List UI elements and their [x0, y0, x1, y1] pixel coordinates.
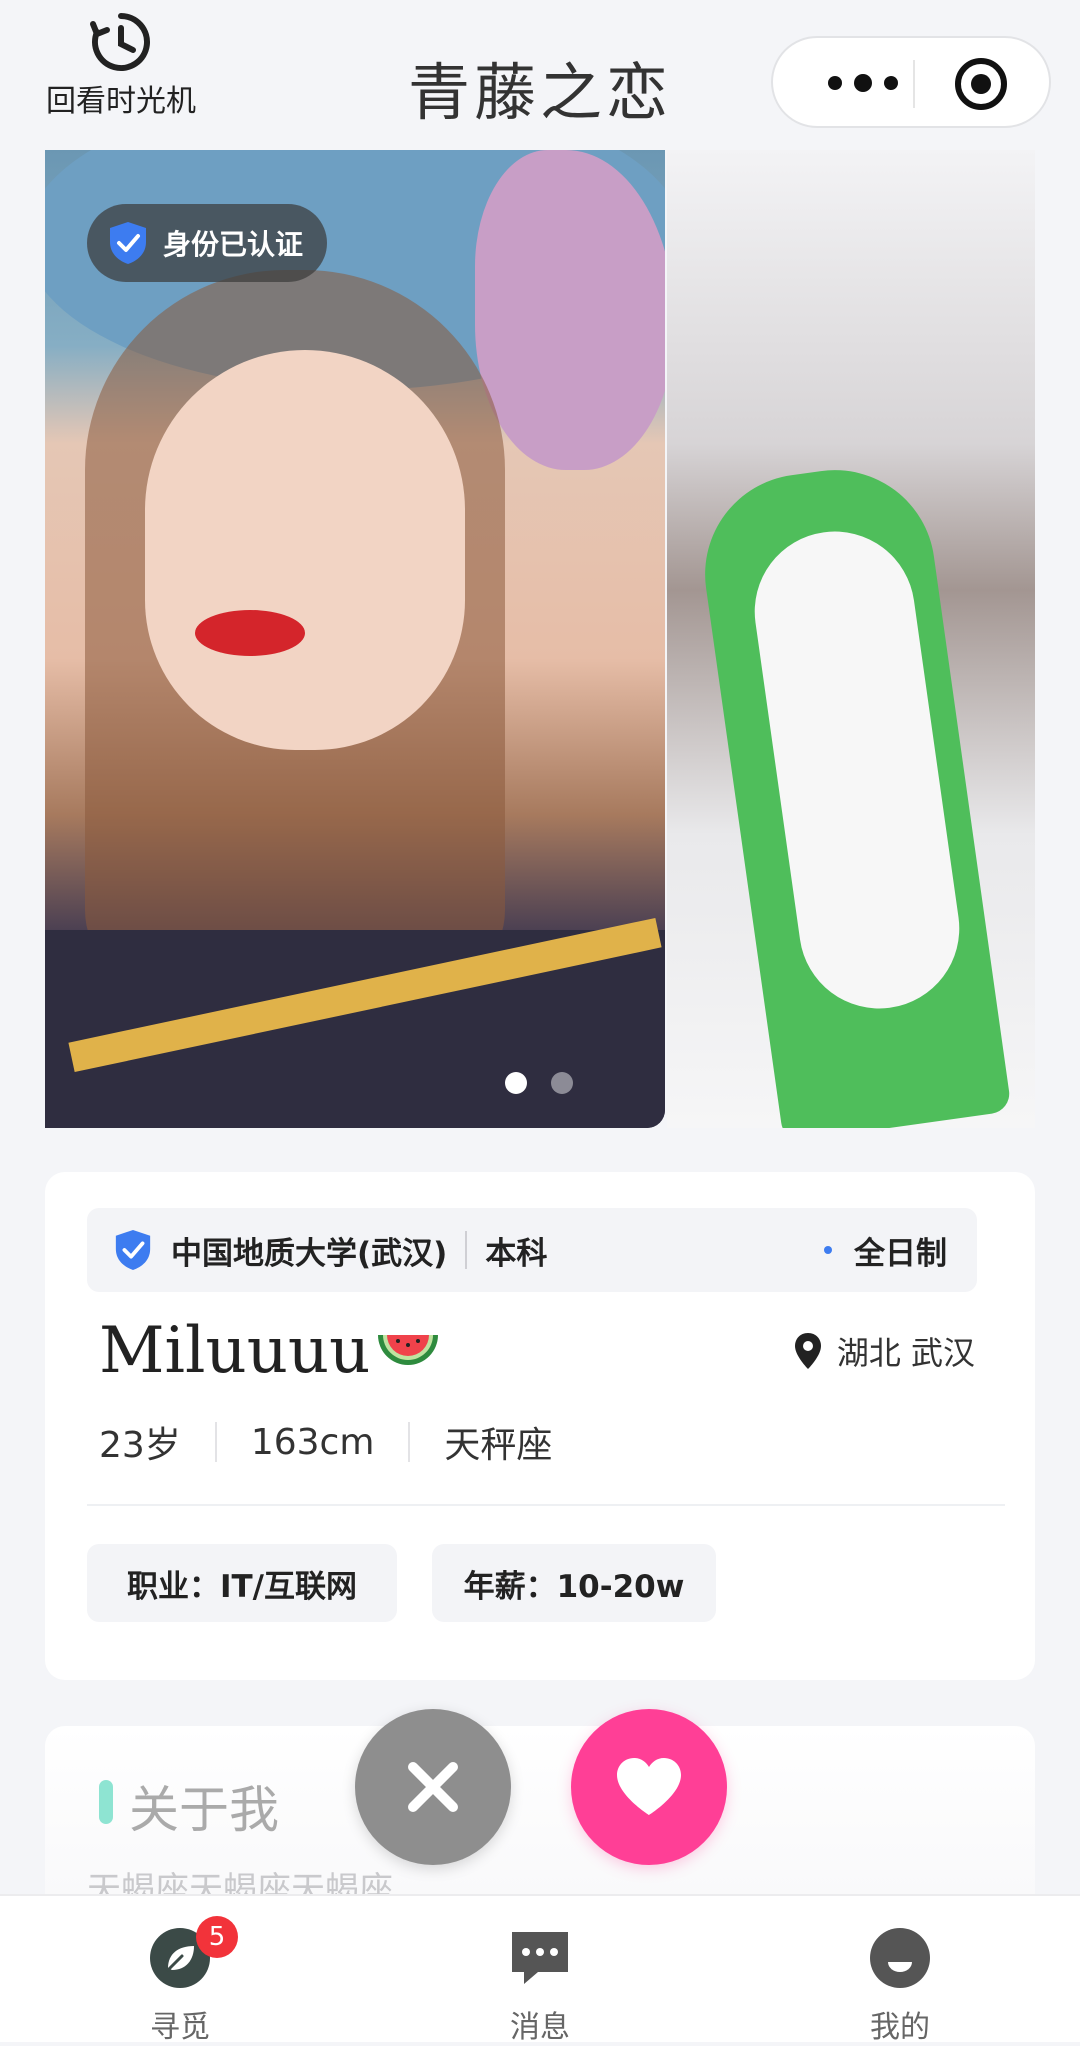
section-accent-bar [99, 1780, 113, 1824]
age-label: 23岁 [99, 1425, 181, 1466]
more-dots-icon[interactable] [813, 58, 913, 108]
user-name: Miluuuu [99, 1314, 440, 1388]
zodiac-label: 天秤座 [444, 1425, 553, 1466]
user-name-text: Miluuuu [99, 1314, 371, 1388]
job-tag: 职业：IT/互联网 [87, 1544, 397, 1622]
portrait-photo[interactable]: 身份已认证 [45, 150, 665, 1128]
location: 湖北 武汉 [793, 1328, 975, 1374]
carousel-dot-active[interactable] [505, 1072, 527, 1094]
shield-check-icon [110, 222, 146, 264]
study-type-bullet [824, 1246, 832, 1254]
tab-discover[interactable]: 5 寻觅 [80, 1896, 280, 2045]
carousel-dot[interactable] [551, 1072, 573, 1094]
identity-verified-label: 身份已认证 [163, 228, 304, 261]
heart-icon [617, 1758, 681, 1815]
education-separator [465, 1231, 468, 1269]
profile-face-icon [870, 1928, 930, 1988]
photo-ear-shape [475, 150, 665, 470]
watermelon-icon [378, 1335, 439, 1365]
carousel-indicator [505, 1072, 573, 1094]
stats-separator [214, 1422, 217, 1462]
profile-card: 中国地质大学(武汉) 本科 全日制 Miluuuu 湖北 武汉 23岁 163c… [45, 1172, 1035, 1680]
target-icon[interactable] [951, 54, 1011, 114]
tab-profile-label: 我的 [870, 2010, 930, 2045]
shield-check-icon [115, 1230, 151, 1270]
education-row: 中国地质大学(武汉) 本科 全日制 [87, 1208, 977, 1292]
card-divider [87, 1504, 1005, 1506]
chat-bubble-icon [512, 1932, 568, 1984]
header: 回看时光机 青藤之恋 [0, 0, 1080, 150]
identity-verified-badge: 身份已认证 [87, 204, 328, 282]
tab-messages[interactable]: 消息 [440, 1896, 640, 2045]
about-me-title: 关于我 [129, 1781, 279, 1839]
close-icon [408, 1762, 458, 1812]
study-type-label: 全日制 [854, 1235, 947, 1272]
photo-carousel[interactable]: 身份已认证 [45, 150, 1035, 1128]
miniapp-capsule [771, 36, 1051, 128]
location-label: 湖北 武汉 [836, 1334, 975, 1372]
bottom-tab-bar: 5 寻觅 消息 我的 [0, 1894, 1080, 2045]
like-button[interactable] [571, 1709, 727, 1865]
photo-face-shape [145, 350, 465, 750]
tab-messages-label: 消息 [510, 2010, 570, 2045]
photo-lips-shape [195, 610, 305, 656]
height-label: 163cm [250, 1421, 375, 1463]
tab-discover-label: 寻觅 [150, 2010, 210, 2045]
study-type: 全日制 [824, 1208, 947, 1292]
stats-separator [408, 1422, 411, 1462]
ski-photo[interactable] [667, 150, 1035, 1128]
basic-stats: 23岁 163cm 天秤座 [99, 1416, 552, 1468]
location-pin-icon [794, 1333, 821, 1369]
notification-badge: 5 [196, 1916, 238, 1958]
school-name: 中国地质大学(武汉) [171, 1235, 448, 1272]
tab-profile[interactable]: 我的 [800, 1896, 1000, 2045]
dislike-button[interactable] [355, 1709, 511, 1865]
capsule-divider [913, 60, 915, 108]
salary-tag: 年薪：10-20w [432, 1544, 716, 1622]
degree-label: 本科 [485, 1235, 548, 1272]
